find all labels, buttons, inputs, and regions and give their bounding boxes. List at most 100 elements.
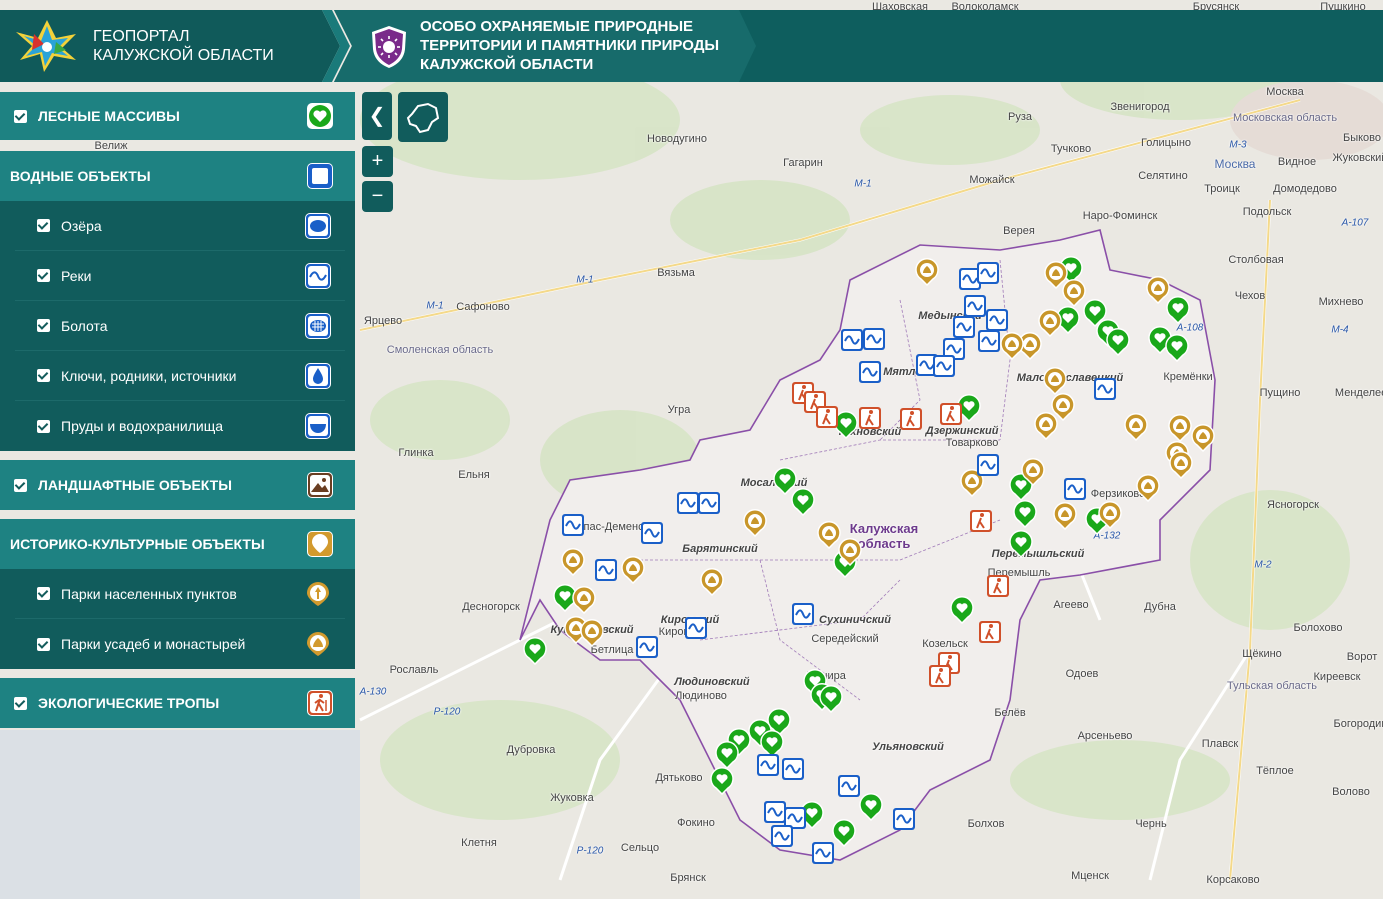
legend-item-swamps[interactable]: Болота (15, 301, 345, 351)
estate-park-marker-icon[interactable] (838, 538, 862, 566)
trail-marker-icon[interactable] (986, 572, 1010, 600)
legend-item-town-parks[interactable]: Парки населенных пунктов (15, 569, 345, 619)
zoom-out-button[interactable]: − (362, 181, 393, 212)
forest-marker-icon[interactable] (1009, 530, 1033, 558)
estate-park-marker-icon[interactable] (1062, 279, 1086, 307)
estate-park-marker-icon[interactable] (561, 548, 585, 576)
river-marker-icon[interactable] (791, 600, 815, 628)
checkbox-landscape[interactable] (14, 478, 27, 492)
estate-park-marker-icon[interactable] (572, 586, 596, 614)
region-extent-button[interactable] (398, 92, 448, 142)
river-marker-icon[interactable] (684, 614, 708, 642)
oopt-shield-icon (372, 26, 406, 68)
city-label: Чернь (1135, 818, 1167, 830)
river-marker-icon[interactable] (862, 325, 886, 353)
checkbox-trails[interactable] (14, 696, 27, 710)
forest-marker-icon[interactable] (859, 793, 883, 821)
forest-marker-icon[interactable] (710, 767, 734, 795)
checkbox-ponds[interactable] (37, 419, 50, 433)
legend-item-rivers[interactable]: Реки (15, 251, 345, 301)
estate-park-marker-icon[interactable] (1053, 502, 1077, 530)
forest-marker-icon[interactable] (791, 488, 815, 516)
river-marker-icon[interactable] (811, 839, 835, 867)
river-marker-icon[interactable] (635, 633, 659, 661)
group-forests[interactable]: ЛЕСНЫЕ МАССИВЫ (0, 92, 355, 140)
checkbox-forests[interactable] (14, 109, 27, 123)
portal-title[interactable]: ГЕОПОРТАЛ КАЛУЖСКОЙ ОБЛАСТИ (93, 27, 274, 65)
forest-marker-icon[interactable] (523, 637, 547, 665)
city-label: Людиново (675, 690, 727, 702)
zoom-in-button[interactable]: + (362, 146, 393, 177)
legend-item-estate-parks[interactable]: Парки усадеб и монастырей (15, 619, 345, 669)
group-landscape[interactable]: ЛАНДШАФТНЫЕ ОБЪЕКТЫ (0, 460, 355, 510)
river-marker-icon[interactable] (976, 451, 1000, 479)
trail-marker-icon[interactable] (969, 507, 993, 535)
river-marker-icon[interactable] (837, 772, 861, 800)
river-marker-icon[interactable] (770, 822, 794, 850)
estate-park-marker-icon[interactable] (1169, 451, 1193, 479)
estate-park-marker-icon[interactable] (621, 556, 645, 584)
river-marker-icon[interactable] (756, 751, 780, 779)
forest-marker-icon[interactable] (715, 741, 739, 769)
estate-park-marker-icon[interactable] (1168, 414, 1192, 442)
legend-item-springs[interactable]: Ключи, родники, источники (15, 351, 345, 401)
checkbox-rivers[interactable] (37, 269, 50, 282)
river-marker-icon[interactable] (976, 259, 1000, 287)
collapse-panel-button[interactable]: ❮ (362, 92, 392, 140)
trail-marker-icon[interactable] (815, 403, 839, 431)
estate-park-marker-icon[interactable] (1098, 501, 1122, 529)
river-marker-icon[interactable] (594, 556, 618, 584)
forest-marker-icon[interactable] (1013, 500, 1037, 528)
checkbox-estate-parks[interactable] (37, 637, 50, 651)
city-label: Корсаково (1206, 874, 1260, 886)
forest-marker-icon[interactable] (832, 819, 856, 847)
estate-park-marker-icon[interactable] (915, 258, 939, 286)
trail-marker-icon[interactable] (899, 405, 923, 433)
city-label: Щёкино (1242, 648, 1282, 660)
river-marker-icon[interactable] (977, 327, 1001, 355)
estate-park-marker-icon[interactable] (1146, 276, 1170, 304)
river-marker-icon[interactable] (840, 326, 864, 354)
estate-park-marker-icon[interactable] (580, 619, 604, 647)
group-water[interactable]: ВОДНЫЕ ОБЪЕКТЫ (0, 151, 355, 201)
river-marker-icon[interactable] (781, 755, 805, 783)
checkbox-swamps[interactable] (37, 319, 50, 332)
legend-item-rivers-label: Реки (61, 267, 92, 284)
region-label: Московская область (1232, 112, 1338, 124)
geoportal-logo[interactable] (14, 20, 80, 72)
trail-marker-icon[interactable] (928, 662, 952, 690)
river-marker-icon[interactable] (697, 489, 721, 517)
estate-park-marker-icon[interactable] (1191, 424, 1215, 452)
river-marker-icon[interactable] (858, 358, 882, 386)
river-marker-icon[interactable] (640, 519, 664, 547)
group-historical[interactable]: ИСТОРИКО-КУЛЬТУРНЫЕ ОБЪЕКТЫ (0, 519, 355, 569)
estate-park-marker-icon[interactable] (1124, 413, 1148, 441)
river-marker-icon[interactable] (1063, 475, 1087, 503)
estate-park-marker-icon[interactable] (1021, 458, 1045, 486)
river-marker-icon[interactable] (561, 511, 585, 539)
estate-park-marker-icon[interactable] (1043, 367, 1067, 395)
river-marker-icon[interactable] (1093, 375, 1117, 403)
estate-park-marker-icon[interactable] (700, 568, 724, 596)
estate-park-marker-icon[interactable] (1000, 332, 1024, 360)
forest-marker-icon[interactable] (1165, 334, 1189, 362)
road-label: А-108 (1176, 322, 1204, 334)
river-marker-icon[interactable] (932, 352, 956, 380)
trail-marker-icon[interactable] (939, 400, 963, 428)
city-label: Кремёнки (1163, 371, 1213, 383)
checkbox-springs[interactable] (37, 369, 50, 382)
estate-park-marker-icon[interactable] (1034, 412, 1058, 440)
checkbox-lakes[interactable] (37, 219, 50, 232)
estate-park-marker-icon[interactable] (743, 509, 767, 537)
trail-marker-icon[interactable] (858, 404, 882, 432)
trail-marker-icon[interactable] (978, 618, 1002, 646)
forest-marker-icon[interactable] (819, 685, 843, 713)
forest-marker-icon[interactable] (1106, 328, 1130, 356)
group-trails[interactable]: ЭКОЛОГИЧЕСКИЕ ТРОПЫ (0, 678, 355, 728)
estate-park-marker-icon[interactable] (1136, 474, 1160, 502)
forest-marker-icon[interactable] (950, 596, 974, 624)
checkbox-town-parks[interactable] (37, 587, 50, 600)
river-marker-icon[interactable] (892, 805, 916, 833)
legend-item-lakes[interactable]: Озёра (15, 201, 345, 251)
legend-item-ponds[interactable]: Пруды и водохранилища (15, 401, 345, 451)
